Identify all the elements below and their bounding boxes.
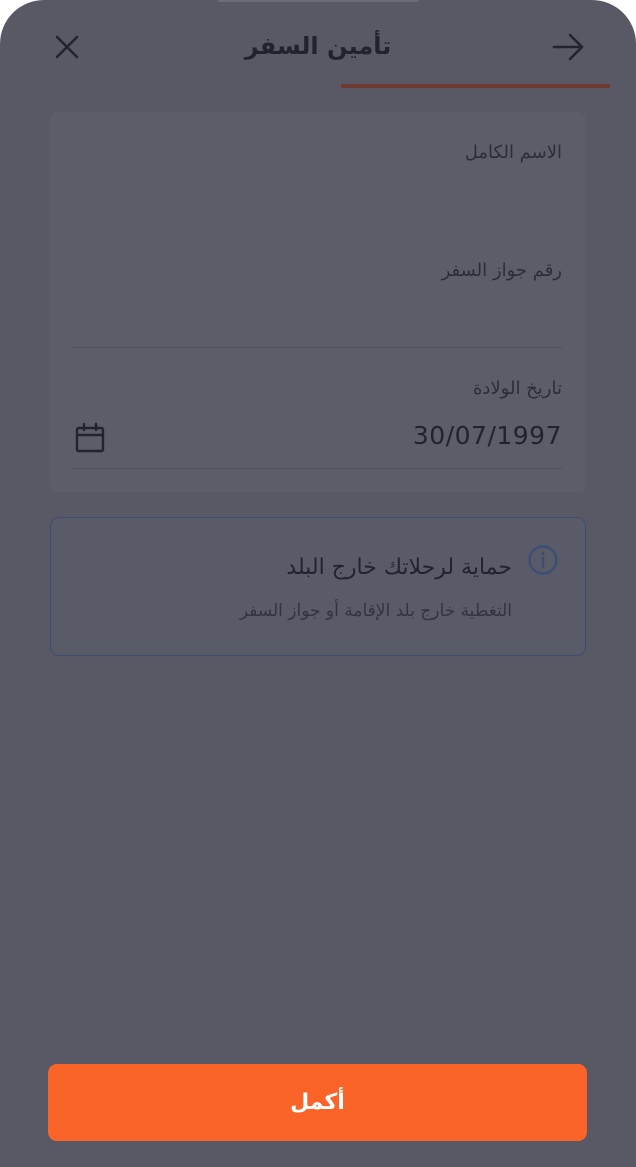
full-name-field: الاسم الكامل <box>72 140 562 218</box>
passport-number-label: رقم جواز السفر <box>441 260 562 281</box>
passport-number-underline <box>72 347 562 348</box>
passport-number-field: رقم جواز السفر <box>72 258 562 350</box>
form-card: الاسم الكامل رقم جواز السفر تاريخ الولاد… <box>50 112 586 492</box>
back-button[interactable] <box>546 26 590 68</box>
birth-date-field[interactable]: تاريخ الولادة 30/07/1997 <box>72 376 562 470</box>
calendar-button[interactable] <box>74 422 106 454</box>
continue-button[interactable]: أكمل <box>48 1064 587 1141</box>
coverage-info-box: حماية لرحلاتك خارج البلد التغطية خارج بل… <box>50 517 586 656</box>
passport-number-input[interactable] <box>72 294 562 334</box>
birth-date-label: تاريخ الولادة <box>472 378 562 399</box>
arrow-right-icon <box>552 33 584 61</box>
info-button[interactable] <box>527 544 559 576</box>
full-name-input[interactable] <box>72 172 562 212</box>
info-icon <box>528 545 558 575</box>
header: تأمين السفر <box>0 0 636 90</box>
full-name-label: الاسم الكامل <box>464 142 562 163</box>
close-icon <box>55 35 79 59</box>
coverage-info-subtitle: التغطية خارج بلد الإقامة أو جواز السفر <box>239 601 512 621</box>
close-button[interactable] <box>48 28 86 66</box>
page-title: تأمين السفر <box>244 32 392 60</box>
coverage-info-title: حماية لرحلاتك خارج البلد <box>286 555 512 580</box>
calendar-icon <box>75 422 105 453</box>
birth-date-underline <box>72 468 562 469</box>
travel-insurance-screen: تأمين السفر الاسم الكامل رقم جواز السفر … <box>0 0 636 1167</box>
birth-date-value[interactable]: 30/07/1997 <box>413 418 562 454</box>
progress-bar <box>0 84 636 88</box>
progress-fill <box>341 84 610 88</box>
